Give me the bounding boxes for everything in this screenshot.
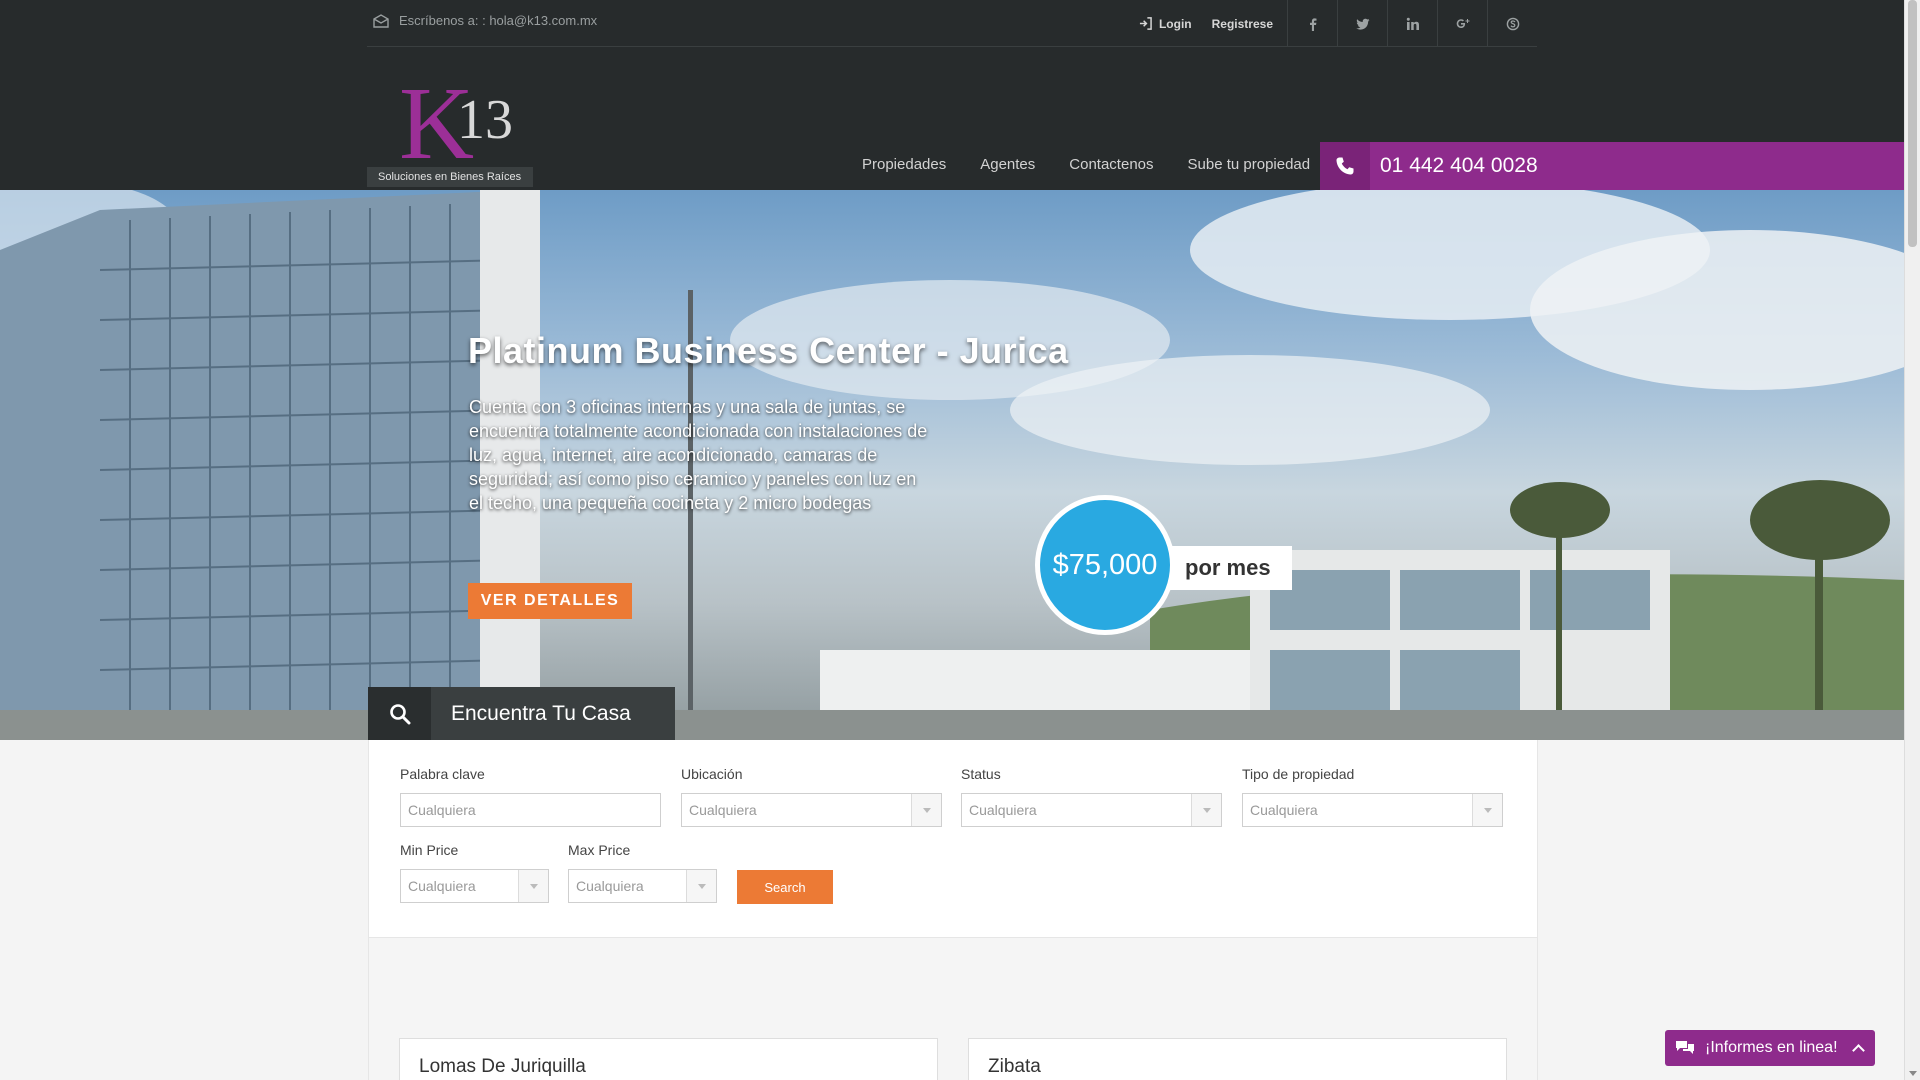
nav-propiedades[interactable]: Propiedades (845, 156, 963, 173)
top-bar: Escríbenos a: : hola@k13.com.mx Login Re… (367, 0, 1537, 47)
envelope-icon (373, 13, 389, 28)
site-header: Escríbenos a: : hola@k13.com.mx Login Re… (0, 0, 1904, 190)
search-tab: Encuentra Tu Casa (368, 687, 675, 740)
type-select[interactable]: Cualquiera (1242, 793, 1503, 827)
chevron-up-icon (1852, 1044, 1865, 1057)
chevron-down-icon (1472, 794, 1502, 826)
page-scrollbar[interactable] (1904, 0, 1920, 1080)
type-value: Cualquiera (1250, 802, 1318, 818)
sign-in-icon (1139, 17, 1152, 30)
max-price-label: Max Price (568, 842, 631, 858)
listing-title[interactable]: Lomas De Juriquilla (419, 1056, 586, 1078)
status-select[interactable]: Cualquiera (961, 793, 1222, 827)
min-price-select[interactable]: Cualquiera (400, 869, 549, 903)
chevron-down-icon (686, 870, 716, 902)
listing-title[interactable]: Zibata (988, 1056, 1041, 1078)
search-form: Palabra clave Cualquiera Ubicación Cualq… (368, 740, 1538, 938)
nav-agentes[interactable]: Agentes (963, 156, 1052, 173)
facebook-icon[interactable] (1287, 0, 1337, 47)
chevron-down-icon (911, 794, 941, 826)
price-badge: $75,000 (1035, 495, 1175, 635)
login-label: Login (1158, 16, 1192, 31)
twitter-icon[interactable] (1337, 0, 1387, 47)
chevron-down-icon (518, 870, 548, 902)
max-price-value: Cualquiera (576, 878, 644, 894)
search-icon (368, 687, 431, 740)
location-select[interactable]: Cualquiera (681, 793, 942, 827)
logo-number: 13 (457, 89, 513, 151)
login-link[interactable]: Login (1129, 17, 1202, 31)
phone-number: 01 442 404 0028 (1380, 154, 1538, 177)
hero-background-image (0, 190, 1904, 740)
hero-description: Cuenta con 3 oficinas internas y una sal… (469, 397, 928, 513)
main-nav: Propiedades Agentes Contactenos Sube tu … (845, 156, 1327, 173)
keyword-field-group: Palabra clave Cualquiera (400, 766, 661, 827)
min-price-field-group: Min Price Cualquiera (400, 842, 549, 903)
hero-slider: Platinum Business Center - Jurica Cuenta… (0, 190, 1904, 740)
search-button[interactable]: Search (737, 870, 833, 904)
chevron-down-icon (1191, 794, 1221, 826)
skype-icon[interactable] (1487, 0, 1537, 47)
logo-tagline: Soluciones en Bienes Raíces (367, 167, 533, 187)
keyword-input[interactable]: Cualquiera (400, 793, 661, 827)
search-tab-title: Encuentra Tu Casa (451, 701, 631, 725)
keyword-label: Palabra clave (400, 766, 485, 782)
min-price-value: Cualquiera (408, 878, 476, 894)
contact-email[interactable]: Escríbenos a: : hola@k13.com.mx (373, 13, 597, 28)
scroll-down-arrow[interactable] (1909, 1071, 1917, 1076)
phone-bar[interactable]: 01 442 404 0028 (1320, 142, 1904, 190)
status-label: Status (961, 766, 1001, 782)
hero-title: Platinum Business Center - Jurica (468, 330, 1069, 371)
nav-contactenos[interactable]: Contactenos (1052, 156, 1170, 173)
listing-card[interactable]: Lomas De Juriquilla (399, 1038, 938, 1080)
chat-bubbles-icon (1676, 1041, 1694, 1054)
max-price-select[interactable]: Cualquiera (568, 869, 717, 903)
linkedin-icon[interactable] (1387, 0, 1437, 47)
phone-icon (1320, 142, 1370, 190)
location-label: Ubicación (681, 766, 743, 782)
min-price-label: Min Price (400, 842, 459, 858)
register-link[interactable]: Registrese (1202, 17, 1287, 31)
location-value: Cualquiera (689, 802, 757, 818)
live-chat-label: ¡Informes en linea! (1705, 1039, 1838, 1056)
type-field-group: Tipo de propiedad Cualquiera (1242, 766, 1503, 827)
live-chat-button[interactable]: ¡Informes en linea! (1665, 1030, 1875, 1066)
price-period: por mes (1165, 546, 1292, 590)
type-label: Tipo de propiedad (1242, 766, 1355, 782)
scrollbar-thumb[interactable] (1908, 0, 1917, 247)
status-field-group: Status Cualquiera (961, 766, 1222, 827)
site-logo[interactable]: K 13 Soluciones en Bienes Raíces (367, 70, 533, 190)
nav-sube-propiedad[interactable]: Sube tu propiedad (1171, 156, 1328, 173)
listings-section: Lomas De Juriquilla Zibata (368, 938, 1538, 1080)
listing-card[interactable]: Zibata (968, 1038, 1507, 1080)
location-field-group: Ubicación Cualquiera (681, 766, 942, 827)
top-right-links: Login Registrese (1129, 0, 1537, 47)
contact-email-text: Escríbenos a: : hola@k13.com.mx (399, 13, 598, 28)
max-price-field-group: Max Price Cualquiera (568, 842, 717, 903)
status-value: Cualquiera (969, 802, 1037, 818)
google-plus-icon[interactable] (1437, 0, 1487, 47)
ver-detalles-button[interactable]: VER DETALLES (468, 583, 632, 619)
